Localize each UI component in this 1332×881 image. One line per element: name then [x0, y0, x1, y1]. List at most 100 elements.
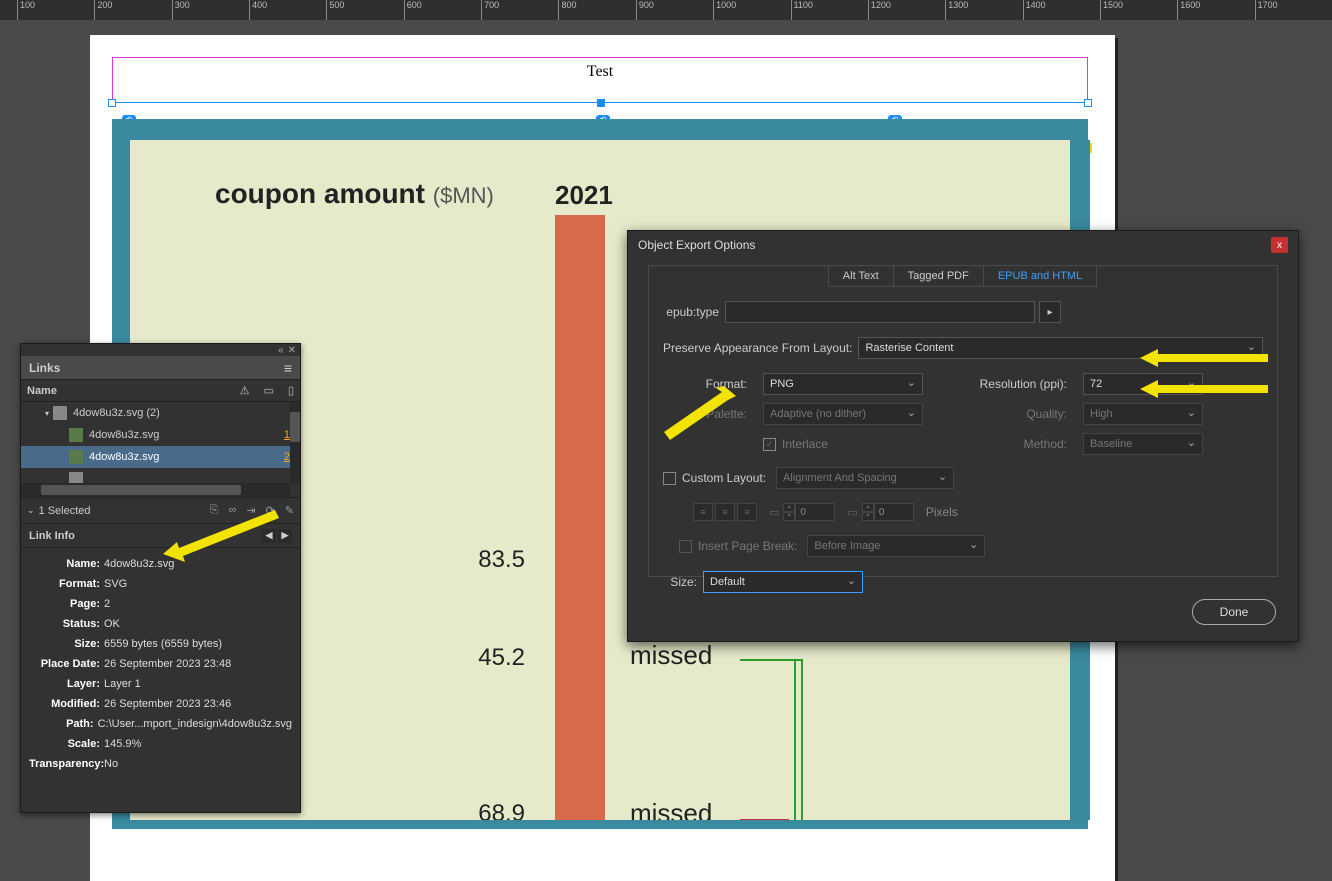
chart-value: 83.5	[465, 546, 525, 574]
selection-handle[interactable]	[108, 99, 116, 107]
ruler-tick: 1600	[1177, 0, 1200, 20]
link-name: 4dow8u3z.svg	[89, 429, 159, 441]
format-select[interactable]: PNG	[763, 373, 923, 395]
info-label: Status:	[29, 618, 104, 630]
page-col-icon[interactable]: ▯	[288, 384, 294, 397]
method-select: Baseline	[1083, 433, 1203, 455]
goto-link-icon[interactable]: ⇥	[246, 504, 255, 517]
next-link-icon[interactable]: ▶	[278, 529, 292, 543]
prev-link-icon[interactable]: ◀	[262, 529, 276, 543]
vscrollbar[interactable]	[290, 402, 300, 483]
warning-icon[interactable]: ⚠	[240, 384, 250, 397]
info-label: Size:	[29, 638, 104, 650]
size-select[interactable]: Default	[703, 571, 863, 593]
info-value: OK	[104, 618, 120, 630]
chart-title-unit: ($MN)	[433, 183, 494, 208]
link-info-body: Name:4dow8u3z.svgFormat:SVGPage:2Status:…	[21, 548, 300, 780]
selection-handle[interactable]	[597, 99, 605, 107]
chart-title: coupon amount ($MN)	[215, 178, 494, 210]
file-icon	[53, 406, 67, 420]
relink-icon[interactable]: ∞	[229, 504, 237, 517]
info-row: Size:6559 bytes (6559 bytes)	[29, 634, 292, 654]
method-label: Method:	[933, 437, 1073, 451]
custom-layout-select: Alignment And Spacing	[776, 467, 954, 489]
text-frame-border[interactable]: Test	[112, 57, 1088, 103]
edit-original-icon[interactable]: ✎	[285, 504, 294, 517]
info-label: Path:	[29, 718, 98, 730]
chart-year: 2021	[555, 180, 613, 211]
info-value: 2	[104, 598, 110, 610]
insert-break-label: Insert Page Break:	[698, 539, 803, 553]
pixels-label: Pixels	[926, 505, 958, 519]
preserve-select[interactable]: Rasterise Content	[858, 337, 1263, 359]
links-panel[interactable]: « ✕ Links ≡ Name ⚠ ▭ ▯ ▾ 4dow8u3z.svg (2)…	[20, 343, 301, 813]
panel-tab-links[interactable]: Links ≡	[21, 356, 300, 380]
selection-handle[interactable]	[1084, 99, 1092, 107]
custom-layout-checkbox[interactable]	[663, 472, 676, 485]
ruler-tick: 300	[172, 0, 190, 20]
frame-label: Test	[587, 63, 613, 81]
stepper-up: ▴	[783, 503, 795, 512]
info-row: Scale:145.9%	[29, 734, 292, 754]
dialog-tabs: Alt Text Tagged PDF EPUB and HTML	[649, 265, 1277, 287]
method-value: Baseline	[1090, 438, 1132, 450]
embed-icon[interactable]: ▭	[264, 384, 274, 397]
collapse-icon[interactable]: «	[278, 345, 284, 356]
update-link-icon[interactable]: ⟳	[266, 504, 275, 517]
links-columns-header[interactable]: Name ⚠ ▭ ▯	[21, 380, 300, 402]
panel-titlebar[interactable]: « ✕	[21, 344, 300, 356]
panel-tab-label: Links	[29, 361, 60, 375]
done-button[interactable]: Done	[1192, 599, 1276, 625]
info-label: Page:	[29, 598, 104, 610]
hscroll-thumb[interactable]	[41, 485, 241, 495]
relink-cc-icon[interactable]: ⎘	[210, 504, 219, 517]
palette-value: Adaptive (no dither)	[770, 408, 866, 420]
tab-tagged-pdf[interactable]: Tagged PDF	[893, 265, 984, 287]
link-row[interactable]: ▾ 4dow8u3z.svg (2)	[21, 402, 300, 424]
space-before-input: 0	[795, 503, 835, 521]
horizontal-ruler: 1002003004005006007008009001000110012001…	[0, 0, 1332, 20]
info-label: Layer:	[29, 678, 104, 690]
tab-alt-text[interactable]: Alt Text	[828, 265, 894, 287]
info-row: Transparency:No	[29, 754, 292, 774]
dialog-title: Object Export Options	[638, 238, 755, 252]
ruler-tick: 200	[94, 0, 112, 20]
disclosure-icon[interactable]: ▾	[45, 409, 49, 418]
ruler-tick: 500	[326, 0, 344, 20]
epub-type-input[interactable]	[725, 301, 1035, 323]
vscroll-thumb[interactable]	[290, 412, 300, 442]
preserve-value: Rasterise Content	[865, 342, 953, 354]
links-list[interactable]: ▾4dow8u3z.svg (2)4dow8u3z.svg14dow8u3z.s…	[21, 402, 300, 498]
hscrollbar[interactable]	[21, 483, 290, 497]
dialog-titlebar[interactable]: Object Export Options x	[628, 231, 1298, 259]
size-value: Default	[710, 576, 745, 588]
ruler-tick: 800	[558, 0, 576, 20]
insert-break-checkbox	[679, 540, 692, 553]
resolution-select[interactable]: 72	[1083, 373, 1203, 395]
tab-epub-html[interactable]: EPUB and HTML	[983, 265, 1097, 287]
align-center-icon: ≡	[715, 503, 735, 521]
panel-menu-icon[interactable]: ≡	[284, 360, 292, 376]
disclosure-icon[interactable]: ⌄	[27, 505, 35, 516]
link-name: 4dow8u3z.svg (2)	[73, 407, 160, 419]
info-value: 4dow8u3z.svg	[104, 558, 174, 570]
ruler-tick: 400	[249, 0, 267, 20]
info-label: Format:	[29, 578, 104, 590]
chart-title-main: coupon amount	[215, 178, 425, 209]
link-name: 4dow8u3z.svg	[89, 451, 159, 463]
quality-label: Quality:	[933, 407, 1073, 421]
insert-break-value: Before Image	[814, 540, 880, 552]
custom-layout-label: Custom Layout:	[682, 471, 772, 485]
palette-select: Adaptive (no dither)	[763, 403, 923, 425]
epub-type-menu-icon[interactable]: ▸	[1039, 301, 1061, 323]
close-icon[interactable]: ✕	[288, 345, 296, 356]
link-row[interactable]: 4dow8u3z.svg2	[21, 446, 300, 468]
ruler-tick: 700	[481, 0, 499, 20]
link-row[interactable]: 4dow8u3z.svg1	[21, 424, 300, 446]
link-info-header[interactable]: Link Info ◀ ▶	[21, 524, 300, 548]
ruler-tick: 1200	[868, 0, 891, 20]
quality-value: High	[1090, 408, 1113, 420]
resolution-value: 72	[1090, 378, 1102, 390]
close-icon[interactable]: x	[1271, 237, 1288, 253]
object-export-options-dialog[interactable]: Object Export Options x Alt Text Tagged …	[627, 230, 1299, 642]
